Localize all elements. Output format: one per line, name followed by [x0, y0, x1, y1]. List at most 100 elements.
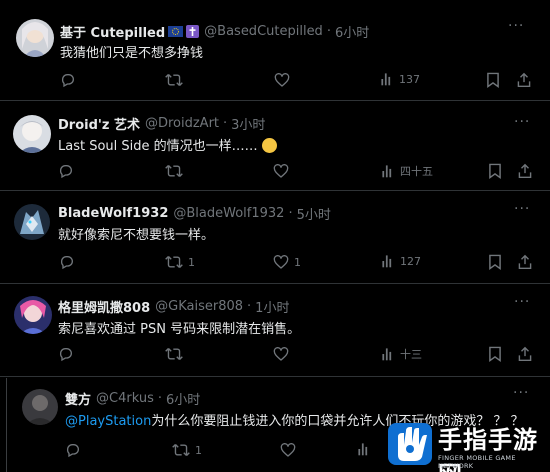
timestamp[interactable]: 6小时 — [335, 22, 369, 41]
view-count: 137 — [399, 72, 420, 86]
separator-dot: · — [223, 116, 228, 131]
tweet-header: Droid'z 艺术 @DroidzArt · 3小时 — [58, 114, 265, 133]
action-bar: 137 — [0, 72, 550, 92]
retweet-count: 1 — [188, 255, 195, 269]
views-button[interactable]: 137 — [380, 72, 420, 86]
action-bar: 1 1 127 — [0, 254, 550, 274]
bookmark-button[interactable] — [488, 163, 502, 179]
tweet-1[interactable]: 基于 Cutepilled @BasedCutepilled · 6小时 ···… — [0, 0, 550, 100]
share-button[interactable] — [518, 163, 532, 179]
eu-flag-icon — [168, 26, 184, 37]
more-icon[interactable]: ··· — [514, 294, 530, 310]
analytics-icon — [382, 348, 392, 361]
avatar[interactable] — [16, 19, 54, 57]
display-name[interactable]: 基于 Cutepilled — [60, 22, 165, 41]
views-button[interactable]: 四十五 — [381, 163, 433, 179]
retweet-icon — [165, 73, 183, 87]
hand-logo-icon — [388, 423, 432, 465]
avatar-image — [14, 204, 50, 240]
handle[interactable]: @GKaiser808 — [155, 299, 243, 314]
separator-dot: · — [247, 299, 252, 314]
more-icon[interactable]: ··· — [508, 18, 524, 34]
frown-emoji: 🙁 — [261, 138, 277, 153]
avatar-image — [13, 115, 51, 153]
display-name[interactable]: 格里姆凯撒808 — [58, 297, 150, 316]
retweet-button[interactable] — [165, 163, 188, 179]
site-watermark: 手指手游网 FINGER MOBILE GAME NETWORK — [380, 414, 550, 472]
views-button[interactable]: 十三 — [381, 346, 422, 362]
timestamp[interactable]: 1小时 — [255, 297, 289, 316]
handle[interactable]: @DroidzArt — [145, 116, 219, 131]
heart-icon — [273, 347, 289, 361]
analytics-icon — [382, 165, 392, 178]
views-button[interactable]: 127 — [381, 254, 421, 268]
handle[interactable]: @BladeWolf1932 — [173, 206, 284, 221]
like-button[interactable] — [273, 346, 294, 362]
share-icon — [518, 254, 532, 269]
retweet-button[interactable]: 1 — [172, 442, 202, 458]
reply-icon — [61, 74, 74, 88]
reply-button[interactable] — [58, 163, 79, 179]
reply-icon — [59, 348, 72, 362]
avatar[interactable] — [22, 389, 58, 425]
mention-link[interactable]: @PlayStation — [65, 414, 151, 429]
handle[interactable]: @BasedCutepilled — [204, 24, 323, 39]
view-count: 127 — [400, 254, 421, 268]
bookmark-button[interactable] — [488, 254, 502, 270]
tweet-2[interactable]: Droid'z 艺术 @DroidzArt · 3小时 ··· Last Sou… — [0, 101, 550, 190]
handle[interactable]: @C4rkus — [96, 391, 154, 406]
reply-button[interactable] — [59, 254, 80, 270]
tweet-text: 我猜他们只是不想多挣钱 — [60, 46, 204, 61]
bookmark-icon — [489, 254, 501, 270]
timestamp[interactable]: 5小时 — [297, 204, 331, 223]
more-icon[interactable]: ··· — [513, 385, 529, 401]
retweet-button[interactable] — [165, 346, 188, 362]
tweet-4[interactable]: 格里姆凯撒808 @GKaiser808 · 1小时 ··· 索尼喜欢通过 PS… — [0, 284, 550, 376]
share-button[interactable] — [518, 254, 532, 270]
tweet-header: 格里姆凯撒808 @GKaiser808 · 1小时 — [58, 297, 289, 316]
bookmark-button[interactable] — [488, 346, 502, 362]
share-icon — [518, 163, 532, 178]
avatar-image — [16, 19, 54, 57]
avatar[interactable] — [14, 204, 50, 240]
retweet-icon — [165, 347, 183, 361]
reply-icon — [60, 256, 73, 270]
display-name[interactable]: BladeWolf1932 — [58, 206, 168, 221]
views-button[interactable] — [357, 442, 376, 456]
heart-icon — [280, 443, 296, 457]
heart-icon — [274, 73, 290, 87]
retweet-button[interactable] — [165, 72, 188, 88]
retweet-button[interactable]: 1 — [165, 254, 195, 270]
bookmark-button[interactable] — [486, 72, 500, 88]
display-name[interactable]: Droid'z 艺术 — [58, 114, 140, 133]
bookmark-icon — [487, 72, 499, 88]
like-button[interactable] — [273, 163, 294, 179]
bookmark-icon — [489, 346, 501, 362]
avatar[interactable] — [14, 296, 52, 334]
more-icon[interactable]: ··· — [514, 201, 530, 217]
tweet-3[interactable]: BladeWolf1932 @BladeWolf1932 · 5小时 ··· 就… — [0, 191, 550, 283]
view-count: 四十五 — [400, 165, 433, 178]
more-icon[interactable]: ··· — [514, 114, 530, 130]
like-button[interactable] — [274, 72, 295, 88]
separator-dot: · — [326, 24, 331, 39]
retweet-icon — [165, 164, 183, 178]
display-name[interactable]: 雙方 — [65, 389, 91, 408]
action-bar: 四十五 — [0, 163, 550, 183]
like-button[interactable]: 1 — [273, 254, 301, 270]
avatar-image — [14, 296, 52, 334]
tweet-header: 雙方 @C4rkus · 6小时 — [65, 389, 200, 408]
tweet-header: BladeWolf1932 @BladeWolf1932 · 5小时 — [58, 204, 331, 223]
retweet-count: 1 — [195, 443, 202, 457]
reply-button[interactable] — [58, 346, 79, 362]
reply-icon — [59, 165, 72, 179]
share-button[interactable] — [518, 346, 532, 362]
share-button[interactable] — [517, 72, 531, 88]
timestamp[interactable]: 3小时 — [231, 114, 265, 133]
reply-button[interactable] — [60, 72, 81, 88]
heart-icon — [273, 164, 289, 178]
timestamp[interactable]: 6小时 — [166, 389, 200, 408]
avatar[interactable] — [13, 115, 51, 153]
reply-button[interactable] — [65, 442, 86, 458]
like-button[interactable] — [280, 442, 301, 458]
